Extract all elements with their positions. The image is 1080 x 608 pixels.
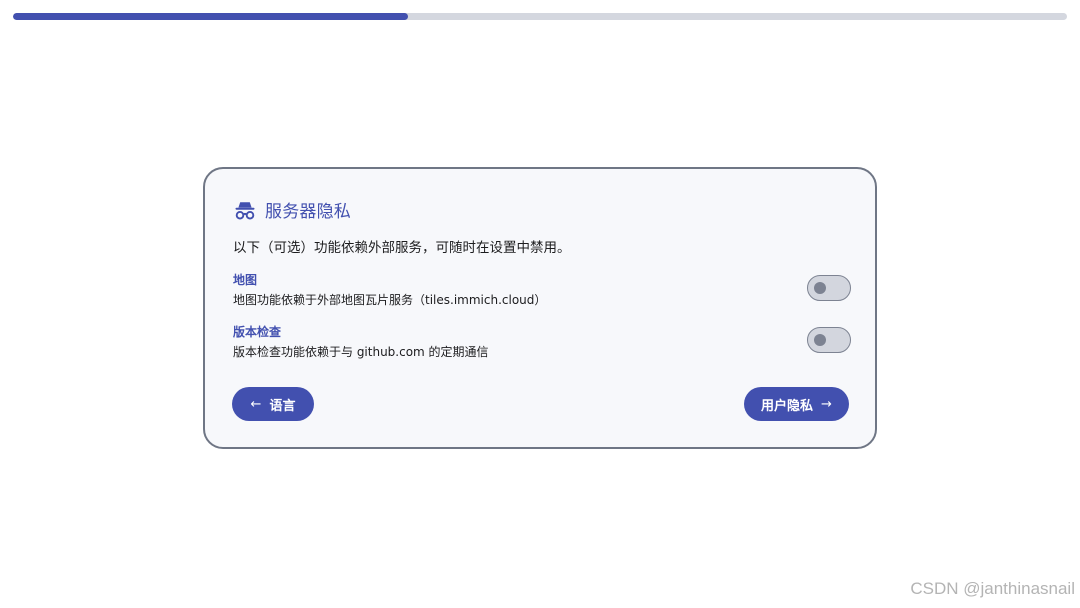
version-check-toggle[interactable] <box>807 327 851 353</box>
map-toggle[interactable] <box>807 275 851 301</box>
arrow-left-icon: ← <box>250 396 262 412</box>
next-user-privacy-button[interactable]: 用户隐私 → <box>744 387 849 421</box>
setting-map: 地图 地图功能依赖于外部地图瓦片服务（tiles.immich.cloud） <box>233 271 851 311</box>
back-language-button[interactable]: ← 语言 <box>232 387 314 421</box>
card-header: 服务器隐私 <box>233 197 351 222</box>
card-title: 服务器隐私 <box>265 202 351 222</box>
map-toggle-knob <box>814 282 826 294</box>
setting-map-label: 地图 <box>233 273 258 287</box>
setting-version-check-label: 版本检查 <box>233 325 282 339</box>
setting-version-check: 版本检查 版本检查功能依赖于与 github.com 的定期通信 <box>233 323 851 363</box>
onboarding-progress-bar <box>13 13 1067 20</box>
version-check-toggle-knob <box>814 334 826 346</box>
setting-version-check-description: 版本检查功能依赖于与 github.com 的定期通信 <box>233 345 489 359</box>
arrow-right-icon: → <box>821 396 832 412</box>
watermark: CSDN @janthinasnail <box>910 579 1075 598</box>
intro-text: 以下（可选）功能依赖外部服务，可随时在设置中禁用。 <box>233 240 571 256</box>
next-button-label: 用户隐私 <box>761 398 814 414</box>
server-privacy-card: 服务器隐私 以下（可选）功能依赖外部服务，可随时在设置中禁用。 地图 地图功能依… <box>203 167 877 449</box>
incognito-icon <box>235 201 255 219</box>
back-button-label: 语言 <box>269 398 296 414</box>
progress-fill <box>13 13 409 20</box>
setting-map-description: 地图功能依赖于外部地图瓦片服务（tiles.immich.cloud） <box>233 293 547 307</box>
